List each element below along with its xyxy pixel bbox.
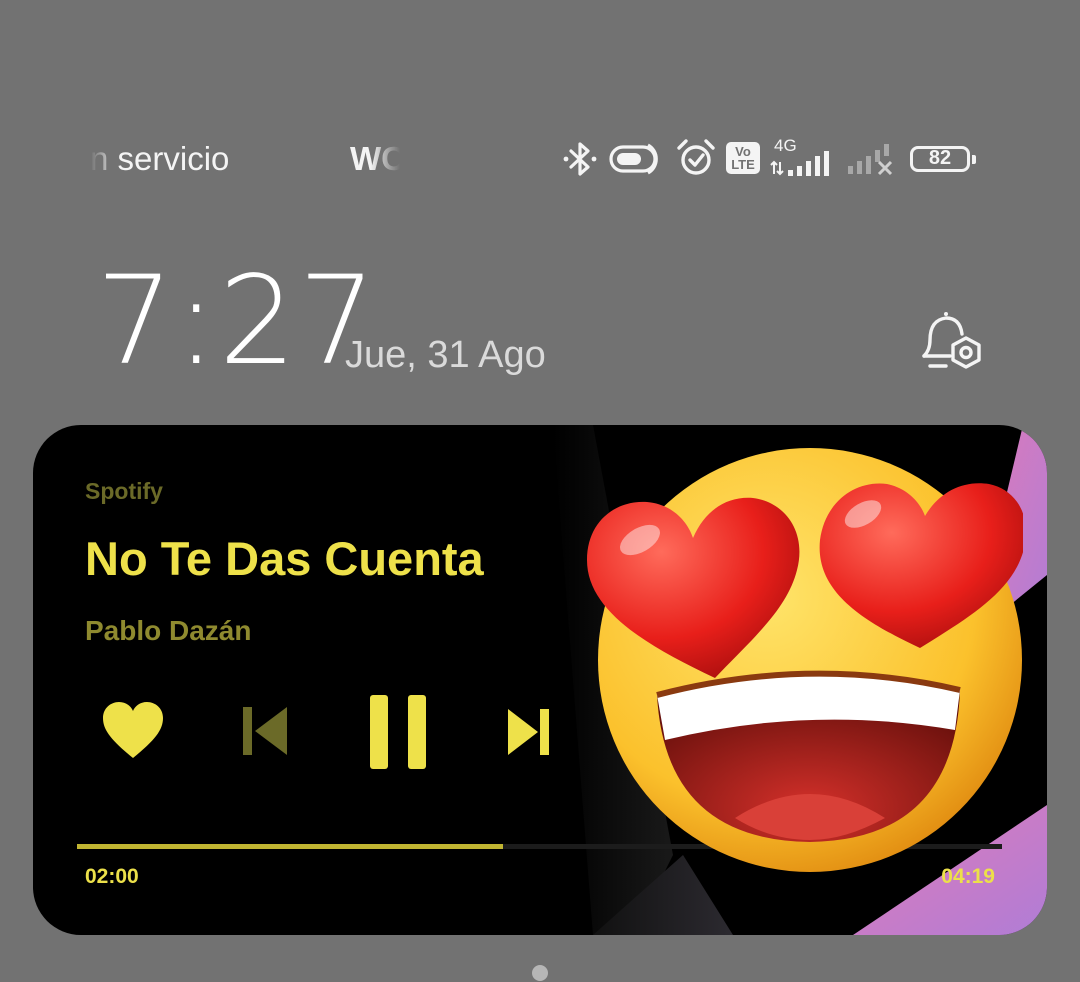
data-saver-icon [609,143,658,175]
lockscreen-date: Jue, 31 Ago [345,334,546,376]
signal-no-service-icon [848,144,893,176]
elapsed-time: 02:00 [85,865,139,888]
song-title: No Te Das Cuenta [85,532,484,585]
bell-gear-icon[interactable] [916,310,988,376]
song-artist: Pablo Dazán [85,615,252,646]
lockscreen-clock: 7:27 [96,250,378,392]
heart-eyes-emoji [587,448,1023,872]
battery-level: 82 [928,147,952,169]
battery-icon: 82 [910,146,976,172]
progress-fill [77,844,503,849]
page-indicator-dot [532,965,548,981]
previous-icon[interactable] [241,705,289,757]
heart-icon[interactable] [101,700,165,762]
volte-bottom-label: LTE [731,157,755,172]
signal-4g-icon: 4G [770,136,840,178]
volte-icon: Vo LTE [726,142,760,174]
network-ticker: WC [350,140,402,177]
pause-icon[interactable] [368,693,430,771]
player-app-name: Spotify [85,478,163,504]
carrier-label: n servicio [90,140,230,177]
bluetooth-icon [563,142,597,176]
alarm-icon [677,139,715,175]
